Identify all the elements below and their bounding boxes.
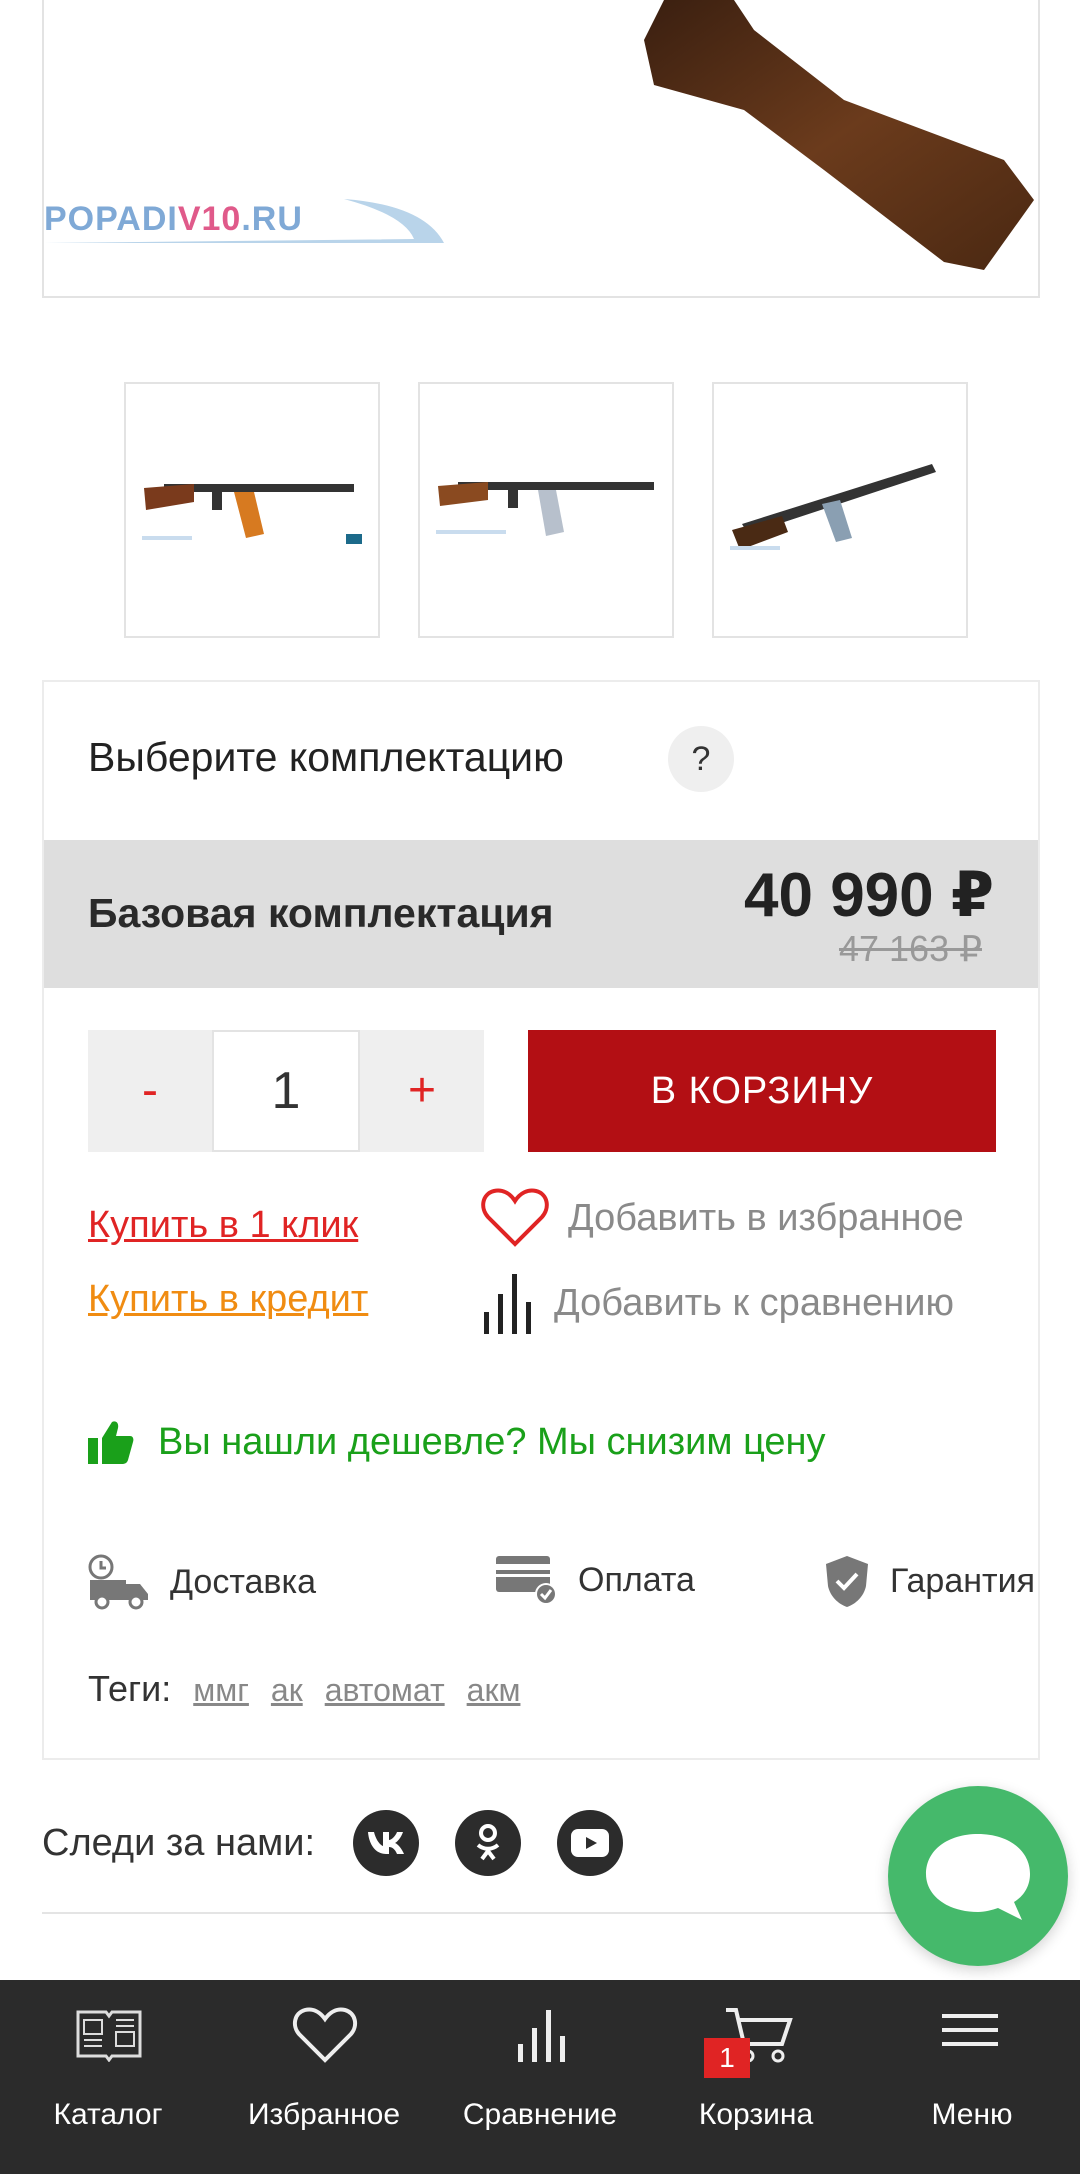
price: 40 990 ₽: [744, 861, 994, 930]
quantity-minus-button[interactable]: -: [88, 1030, 212, 1152]
nav-compare[interactable]: Сравнение: [432, 1980, 648, 2174]
thumbnail-3[interactable]: [712, 382, 968, 638]
thumbnail-strip: [124, 382, 968, 638]
catalog-book-icon: [76, 2010, 142, 2062]
cart-count-badge: 1: [704, 2038, 750, 2078]
info-row: Доставка Оплата Гарантия: [88, 1554, 1035, 1614]
thumbnail-1[interactable]: [124, 382, 380, 638]
buy-one-click-link[interactable]: Купить в 1 клик: [88, 1204, 358, 1247]
payment-label: Оплата: [578, 1560, 695, 1599]
quantity-input[interactable]: 1: [212, 1030, 360, 1152]
tag-link[interactable]: ак: [271, 1672, 303, 1709]
nav-catalog[interactable]: Каталог: [0, 1980, 216, 2174]
vk-icon[interactable]: [353, 1810, 420, 1876]
main-product-image[interactable]: POPADIV10.RU: [42, 0, 1040, 298]
warranty-link[interactable]: Гарантия: [824, 1554, 1035, 1608]
nav-catalog-label: Каталог: [53, 2098, 163, 2131]
buy-credit-link[interactable]: Купить в кредит: [88, 1278, 368, 1321]
help-button[interactable]: ?: [668, 726, 734, 792]
delivery-label: Доставка: [170, 1562, 317, 1601]
compare-bars-icon: [484, 1274, 531, 1334]
nav-favorites[interactable]: Избранное: [216, 1980, 432, 2174]
old-price: 47 163 ₽: [838, 928, 982, 969]
variant-option-base[interactable]: Базовая комплектация 40 990 ₽ 47 163 ₽: [44, 840, 1038, 988]
bottom-navigation: Каталог Избранное Сравнение Корзина Меню: [0, 1980, 1080, 2174]
delivery-link[interactable]: Доставка: [88, 1554, 316, 1610]
product-page: POPADIV10.RU Выберите комплектацию ? Баз…: [0, 0, 1080, 2174]
heart-icon: [481, 1188, 549, 1247]
shield-check-icon: [826, 1556, 868, 1607]
tag-link[interactable]: акм: [467, 1672, 521, 1709]
chat-button[interactable]: [888, 1786, 1068, 1966]
add-to-compare-button[interactable]: Добавить к сравнению: [480, 1270, 954, 1336]
warranty-label: Гарантия: [890, 1561, 1035, 1600]
quantity-stepper: - 1 +: [88, 1030, 484, 1152]
tags-label: Теги:: [88, 1668, 172, 1709]
nav-compare-label: Сравнение: [462, 2098, 618, 2131]
add-to-favorites-button[interactable]: Добавить в избранное: [480, 1186, 964, 1250]
chat-bubble-icon: [926, 1834, 1030, 1920]
found-cheaper-label: Вы нашли дешевле? Мы снизим цену: [158, 1420, 826, 1463]
hamburger-menu-icon: [942, 2014, 998, 2046]
compare-label: Добавить к сравнению: [554, 1281, 954, 1324]
tag-link[interactable]: ммг: [193, 1672, 249, 1709]
watermark: POPADIV10.RU: [44, 200, 303, 238]
rifle-thumbnail-icon: [730, 464, 936, 550]
nav-favorites-label: Избранное: [247, 2098, 401, 2131]
favorites-label: Добавить в избранное: [568, 1196, 964, 1239]
found-cheaper-link[interactable]: Вы нашли дешевле? Мы снизим цену: [88, 1420, 826, 1464]
nav-menu[interactable]: Меню: [864, 1980, 1080, 2174]
rifle-thumbnail-icon: [142, 484, 362, 544]
thumbs-up-icon: [88, 1421, 134, 1464]
tags: Теги: ммг ак автомат акм: [88, 1668, 520, 1710]
youtube-icon[interactable]: [557, 1810, 624, 1876]
options-title: Выберите комплектацию: [88, 734, 564, 780]
quantity-plus-button[interactable]: +: [360, 1030, 484, 1152]
rifle-thumbnail-icon: [436, 482, 654, 536]
social-follow: Следи за нами:: [42, 1810, 659, 1876]
payment-link[interactable]: Оплата: [496, 1554, 695, 1606]
heart-icon: [292, 2007, 358, 2063]
purchase-card: Выберите комплектацию ? Базовая комплект…: [42, 680, 1040, 1760]
thumbnail-2[interactable]: [418, 382, 674, 638]
tag-link[interactable]: автомат: [325, 1672, 445, 1709]
add-to-cart-button[interactable]: В КОРЗИНУ: [528, 1030, 996, 1152]
variant-name: Базовая комплектация: [88, 890, 554, 936]
odnoklassniki-icon[interactable]: [455, 1810, 522, 1876]
credit-card-icon: [496, 1556, 557, 1605]
nav-cart-label: Корзина: [698, 2098, 814, 2131]
rifle-stock-image: [644, 0, 1034, 270]
compare-bars-icon: [518, 2010, 565, 2062]
divider: [42, 1912, 902, 1914]
truck-icon: [88, 1554, 148, 1610]
follow-label: Следи за нами:: [42, 1821, 316, 1864]
nav-menu-label: Меню: [931, 2098, 1013, 2131]
nav-cart[interactable]: Корзина: [648, 1980, 864, 2174]
